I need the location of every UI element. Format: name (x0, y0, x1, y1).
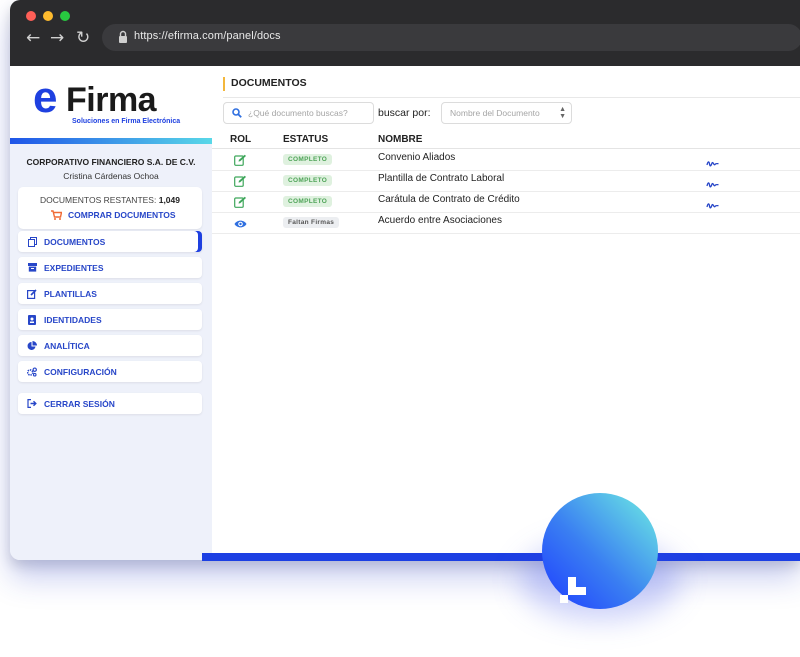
menu-item-plantillas[interactable]: PLANTILLAS (18, 283, 202, 304)
edit-icon (27, 288, 37, 299)
menu-item-label: DOCUMENTOS (44, 236, 106, 247)
status-badge: Faltan Firmas (283, 217, 340, 228)
credits-value: 1,049 (158, 195, 180, 205)
documents-icon (27, 236, 37, 247)
eye-icon[interactable] (234, 216, 247, 234)
document-name[interactable]: Carátula de Contrato de Crédito (378, 194, 520, 205)
menu-item-label: IDENTIDADES (44, 314, 102, 325)
sidebar: e Firma Soluciones en Firma Electrónica … (10, 66, 212, 560)
menu-item-label: ANALÍTICA (44, 340, 90, 351)
column-header-nombre: NOMBRE (378, 134, 423, 145)
buy-documents-label: COMPRAR DOCUMENTOS (68, 210, 176, 220)
cogs-icon (27, 367, 37, 377)
menu-item-configuracion[interactable]: CONFIGURACIÓN (18, 361, 202, 382)
logo-name: Firma (66, 81, 157, 119)
edit-icon[interactable] (234, 195, 247, 213)
maximize-window-button[interactable] (60, 11, 70, 21)
archive-icon (27, 263, 37, 273)
search-field-value: Nombre del Documento (450, 108, 540, 118)
lock-icon (119, 30, 127, 43)
menu-item-identidades[interactable]: IDENTIDADES (18, 309, 202, 330)
edit-icon[interactable] (234, 174, 247, 192)
status-badge: COMPLETO (283, 154, 333, 165)
sign-out-icon (27, 399, 37, 409)
search-icon (232, 108, 242, 118)
select-arrows-icon: ▲ ▼ (559, 106, 566, 120)
credits-line: DOCUMENTOS RESTANTES: 1,049 (18, 195, 202, 205)
column-header-estatus: ESTATUS (283, 134, 329, 145)
menu-item-label: PLANTILLAS (44, 288, 97, 299)
menu-item-analitica[interactable]: ANALÍTICA (18, 335, 202, 356)
cart-icon (51, 210, 62, 220)
credits-label: DOCUMENTOS RESTANTES: (40, 195, 157, 205)
status-badge: COMPLETO (283, 175, 333, 186)
edit-icon[interactable] (234, 153, 247, 171)
status-badge: COMPLETO (283, 196, 333, 207)
menu-item-documentos[interactable]: DOCUMENTOS (18, 231, 202, 252)
back-arrow-icon[interactable]: ← (26, 28, 40, 48)
address-bar[interactable]: https://efirma.com/panel/docs (102, 24, 800, 51)
minimize-window-button[interactable] (43, 11, 53, 21)
logout-button[interactable]: CERRAR SESIÓN (18, 393, 202, 414)
buy-documents-link[interactable]: COMPRAR DOCUMENTOS (51, 210, 176, 220)
close-window-button[interactable] (26, 11, 36, 21)
table-row[interactable]: Faltan Firmas Acuerdo entre Asociaciones (212, 212, 800, 234)
menu-item-label: CONFIGURACIÓN (44, 366, 117, 377)
logout-label: CERRAR SESIÓN (44, 398, 115, 409)
cursor-mark-icon (560, 577, 586, 603)
forward-arrow-icon[interactable]: → (50, 28, 64, 48)
document-name[interactable]: Convenio Aliados (378, 152, 455, 163)
page-title: DOCUMENTOS (223, 77, 307, 91)
logo-area: e Firma Soluciones en Firma Electrónica (10, 66, 212, 138)
browser-chrome: ← → ↻ https://efirma.com/panel/docs (10, 0, 800, 66)
credits-card: DOCUMENTOS RESTANTES: 1,049 COMPRAR DOCU… (18, 187, 202, 229)
document-name[interactable]: Acuerdo entre Asociaciones (378, 215, 502, 226)
table-row[interactable]: COMPLETO Plantilla de Contrato Laboral (212, 170, 800, 192)
title-divider (223, 97, 800, 98)
search-input[interactable]: ¿Qué documento buscas? (223, 102, 374, 124)
logo-prefix: e (33, 73, 58, 122)
pie-chart-icon (27, 340, 37, 351)
search-by-label: buscar por: (378, 107, 431, 119)
browser-window: ← → ↻ https://efirma.com/panel/docs e Fi… (10, 0, 800, 560)
url-text: https://efirma.com/panel/docs (134, 30, 281, 42)
logo-tagline: Soluciones en Firma Electrónica (72, 118, 181, 125)
menu-item-expedientes[interactable]: EXPEDIENTES (18, 257, 202, 278)
main-panel: DOCUMENTOS ¿Qué documento buscas? buscar… (212, 66, 800, 560)
company-name: CORPORATIVO FINANCIERO S.A. DE C.V. (26, 157, 196, 167)
column-header-rol: ROL (230, 134, 252, 145)
search-placeholder: ¿Qué documento buscas? (248, 108, 348, 118)
table-row[interactable]: COMPLETO Carátula de Contrato de Crédito (212, 191, 800, 213)
menu-item-label: EXPEDIENTES (44, 262, 104, 273)
id-card-icon (27, 314, 37, 325)
reload-icon[interactable]: ↻ (76, 28, 90, 48)
search-field-select[interactable]: Nombre del Documento ▲ ▼ (441, 102, 572, 124)
decorative-bar (202, 553, 800, 561)
document-name[interactable]: Plantilla de Contrato Laboral (378, 173, 504, 184)
accent-strip (10, 138, 212, 144)
user-name: Cristina Cárdenas Ochoa (63, 171, 159, 181)
table-row[interactable]: COMPLETO Convenio Aliados (212, 149, 800, 171)
